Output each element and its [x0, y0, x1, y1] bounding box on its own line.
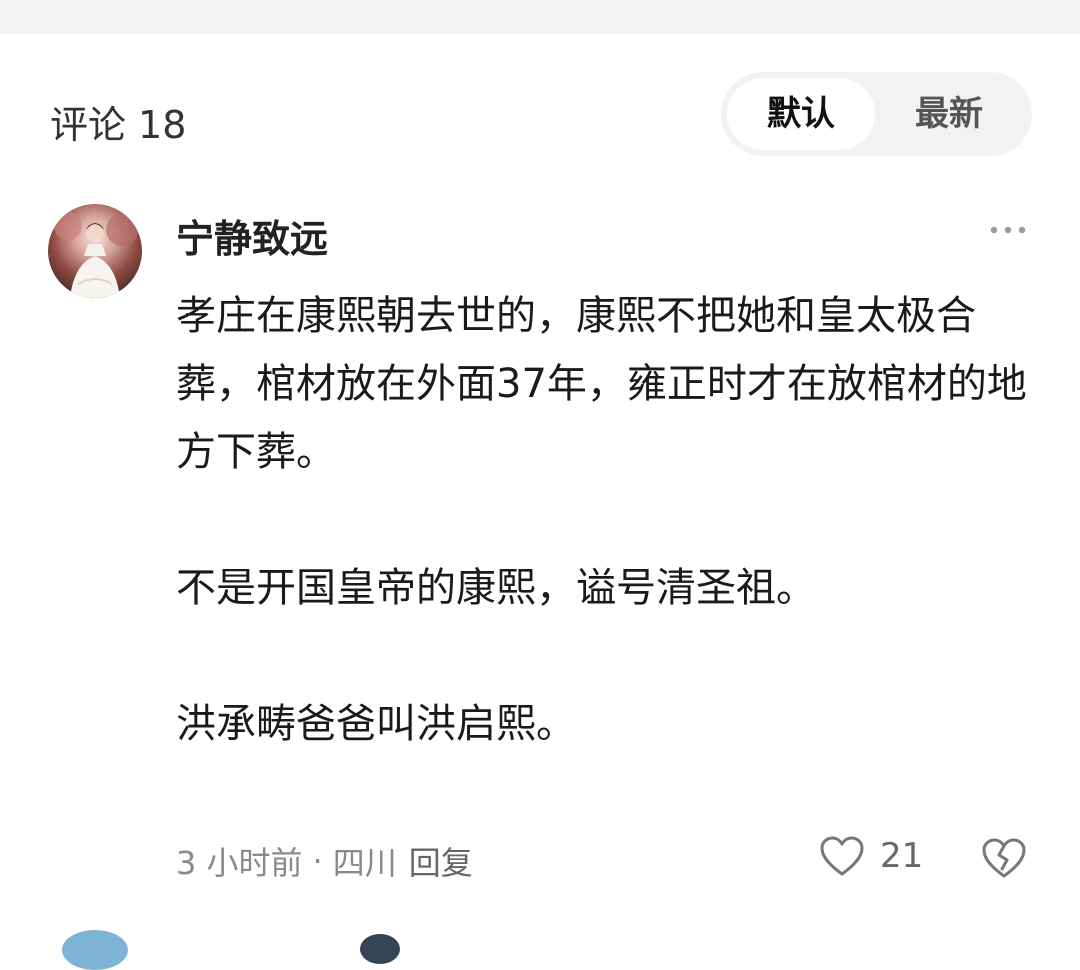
heart-icon: [820, 836, 864, 876]
comments-header: 评论 18 默认 最新: [0, 70, 1080, 160]
sort-latest-button[interactable]: 最新: [875, 78, 1023, 150]
reply-button[interactable]: 回复: [409, 838, 473, 884]
top-separator-band: [0, 0, 1080, 34]
avatar-photo-icon: [54, 212, 138, 298]
next-comment-avatar[interactable]: [62, 930, 128, 970]
sort-default-button[interactable]: 默认: [727, 78, 875, 150]
comments-title: 评论 18: [50, 94, 186, 149]
comment-paragraph: 洪承畴爸爸叫洪启熙。: [176, 701, 576, 747]
sort-toggle: 默认 最新: [721, 72, 1032, 156]
more-horizontal-icon[interactable]: [988, 220, 1028, 240]
next-comment-icon: [360, 934, 400, 964]
avatar[interactable]: [48, 204, 142, 298]
comment-paragraph: 孝庄在康熙朝去世的，康熙不把她和皇太极合葬，棺材放在外面37年，雍正时才在放棺材…: [176, 293, 1027, 475]
comment-username[interactable]: 宁静致远: [176, 208, 328, 263]
meta-separator: ·: [312, 842, 323, 880]
comment-meta: 3 小时前 · 四川 回复: [176, 838, 473, 884]
comment-paragraph: 不是开国皇帝的康熙，谥号清圣祖。: [176, 565, 816, 611]
comment-location: 四川: [332, 844, 397, 882]
comment-time: 3 小时前: [176, 844, 303, 882]
like-button[interactable]: 21: [818, 834, 923, 878]
comments-label: 评论: [50, 103, 127, 147]
comment-body: 孝庄在康熙朝去世的，康熙不把她和皇太极合葬，棺材放在外面37年，雍正时才在放棺材…: [176, 282, 1046, 758]
broken-heart-icon[interactable]: [980, 836, 1028, 880]
comment-item: 宁静致远 孝庄在康熙朝去世的，康熙不把她和皇太极合葬，棺材放在外面37年，雍正时…: [0, 200, 1080, 900]
like-count: 21: [880, 836, 924, 876]
comments-count: 18: [138, 103, 187, 147]
